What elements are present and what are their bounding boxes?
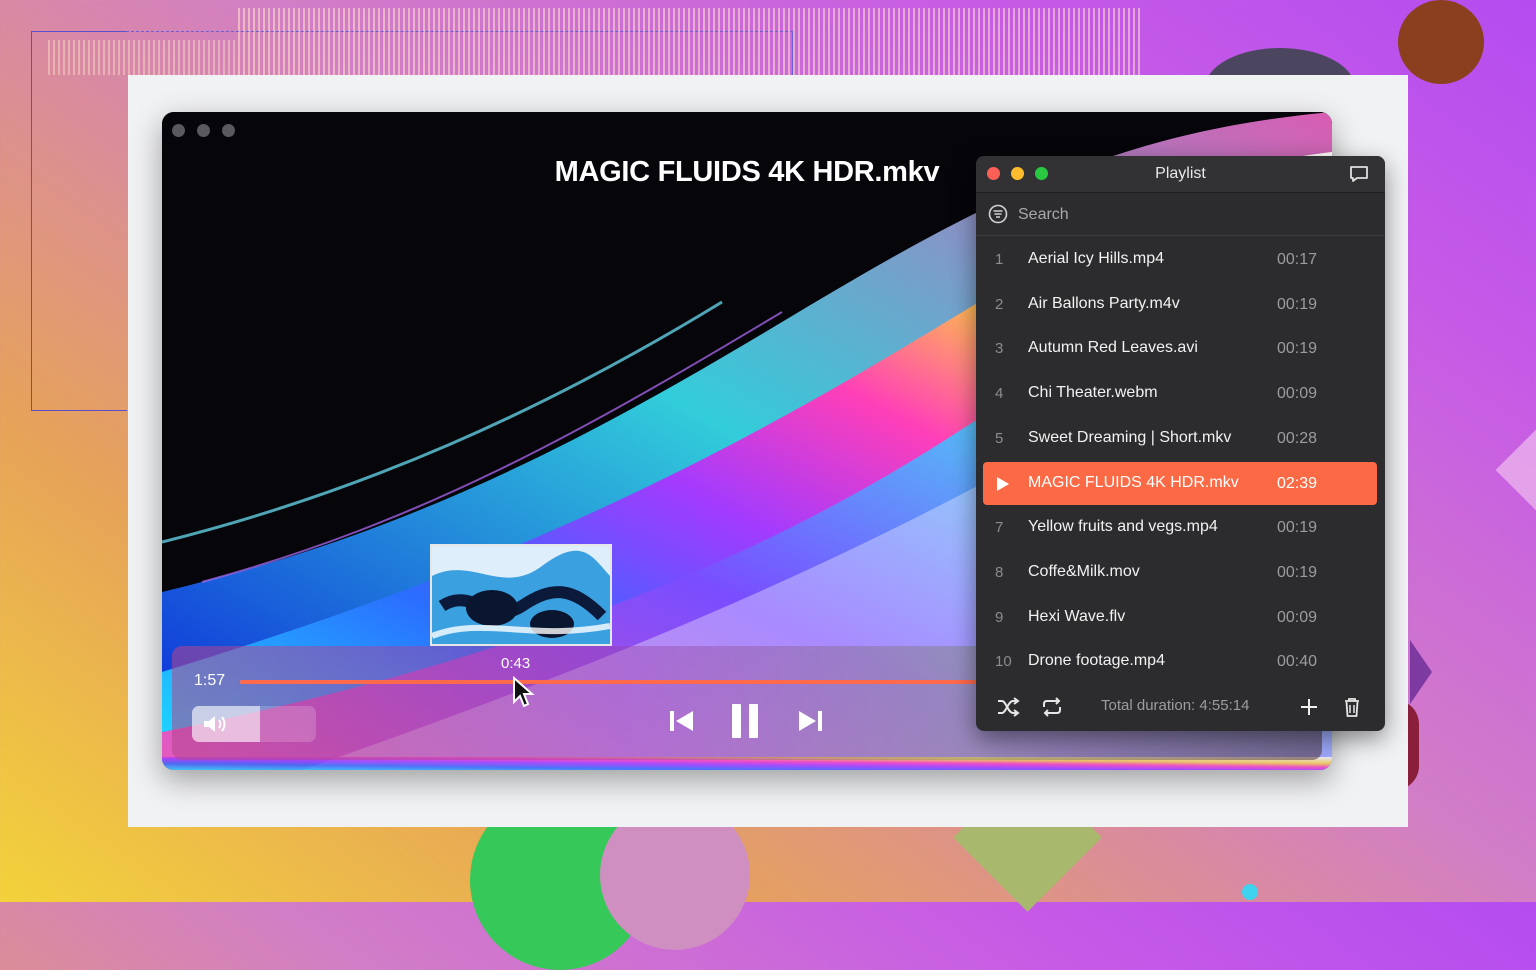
playlist-item-name: Yellow fruits and vegs.mp4: [1028, 518, 1218, 536]
playlist-item[interactable]: 7 Yellow fruits and vegs.mp4 00:19: [983, 506, 1377, 549]
scrub-hover-time: 0:43: [501, 655, 531, 672]
add-icon[interactable]: [1298, 696, 1320, 718]
playlist-item-duration: 00:19: [1276, 295, 1317, 313]
playlist-item-number: 10: [995, 653, 1012, 671]
playlist-item[interactable]: 5 Sweet Dreaming | Short.mkv 00:28: [983, 417, 1377, 460]
playlist-header: Playlist: [976, 156, 1385, 193]
playlist-item-name: Aerial Icy Hills.mp4: [1028, 250, 1165, 267]
scrub-preview-thumbnail: [430, 544, 612, 646]
playlist-item-duration: 00:17: [1276, 251, 1317, 268]
playlist-item-name: Drone footage.mp4: [1028, 652, 1165, 670]
playlist-item-number: 7: [995, 519, 1004, 537]
total-duration: Total duration: 4:55:14: [1101, 697, 1250, 714]
video-title: MAGIC FLUIDS 4K HDR.mkv: [554, 156, 940, 188]
pause-icon[interactable]: [730, 702, 760, 740]
volume-icon[interactable]: [202, 714, 230, 734]
playlist-item-name: Hexi Wave.flv: [1028, 607, 1126, 625]
playlist-item-duration: 00:09: [1276, 385, 1317, 403]
playlist-item-number: 9: [995, 608, 1004, 626]
playlist-item[interactable]: 1 Aerial Icy Hills.mp4 00:17: [983, 238, 1377, 281]
playlist-item-number: 4: [995, 385, 1004, 403]
playlist-item-name: Air Ballons Party.m4v: [1028, 294, 1180, 312]
chat-icon[interactable]: [1349, 165, 1369, 183]
repeat-icon[interactable]: [1040, 696, 1064, 718]
playlist-item-active[interactable]: MAGIC FLUIDS 4K HDR.mkv 02:39: [983, 461, 1377, 505]
bg-circle-brown: [1398, 0, 1484, 84]
playlist-item-number: 3: [995, 340, 1004, 358]
playlist-item[interactable]: 10 Drone footage.mp4 00:40: [983, 640, 1377, 683]
playlist-item-number: 1: [995, 251, 1004, 268]
bg-diamond-light: [1495, 427, 1536, 513]
playlist-item-name: MAGIC FLUIDS 4K HDR.mkv: [1028, 473, 1239, 491]
playlist-item[interactable]: 8 Coffe&Milk.mov 00:19: [983, 551, 1377, 594]
next-icon[interactable]: [796, 708, 824, 734]
trash-icon[interactable]: [1342, 696, 1362, 718]
playlist-item-duration: 02:39: [1276, 474, 1317, 492]
window-zoom-button[interactable]: [222, 124, 235, 137]
window-minimize-button[interactable]: [197, 124, 210, 137]
playlist-item-duration: 00:28: [1276, 429, 1317, 447]
playlist-item-number: 2: [995, 295, 1004, 313]
playlist-item[interactable]: 2 Air Ballons Party.m4v 00:19: [983, 283, 1377, 326]
filter-icon[interactable]: [988, 204, 1008, 224]
bg-outline-rect: [31, 31, 127, 411]
previous-icon[interactable]: [668, 708, 696, 734]
search-input[interactable]: [1016, 202, 1360, 228]
play-icon: [997, 476, 1009, 491]
playlist-item-duration: 00:40: [1276, 653, 1317, 671]
playlist-item-name: Autumn Red Leaves.avi: [1028, 339, 1198, 357]
playlist-item-name: Coffe&Milk.mov: [1028, 562, 1140, 580]
cursor-icon: [513, 676, 535, 708]
window-close-button[interactable]: [172, 124, 185, 137]
bg-triangle-purple: [1410, 640, 1432, 704]
preview-image: [432, 546, 610, 644]
playlist-item-number: 5: [995, 429, 1004, 447]
volume-slider[interactable]: [192, 706, 316, 742]
shuffle-icon[interactable]: [996, 696, 1020, 718]
current-time: 1:57: [194, 672, 226, 689]
playlist-item-number: 8: [995, 563, 1004, 581]
playlist-search: [976, 193, 1385, 236]
playlist-item-duration: 00:19: [1276, 519, 1317, 537]
bg-outline-rect-top: [126, 31, 793, 76]
playlist-footer: Total duration: 4:55:14: [976, 686, 1385, 731]
playlist-item[interactable]: 3 Autumn Red Leaves.avi 00:19: [983, 327, 1377, 370]
bg-dot-cyan: [1242, 884, 1258, 900]
playlist-item[interactable]: 4 Chi Theater.webm 00:09: [983, 372, 1377, 415]
playlist-window: Playlist 1 Aerial Icy Hills.mp4 00:17 2 Air …: [976, 156, 1385, 731]
playlist-item-duration: 00:19: [1276, 563, 1317, 581]
playlist-title: Playlist: [1155, 165, 1206, 182]
playlist-item-duration: 00:19: [1276, 340, 1317, 358]
playlist-item[interactable]: 9 Hexi Wave.flv 00:09: [983, 596, 1377, 639]
playlist-item-name: Chi Theater.webm: [1028, 384, 1158, 402]
playlist-item-name: Sweet Dreaming | Short.mkv: [1028, 428, 1232, 446]
playlist-item-duration: 00:09: [1276, 608, 1317, 626]
